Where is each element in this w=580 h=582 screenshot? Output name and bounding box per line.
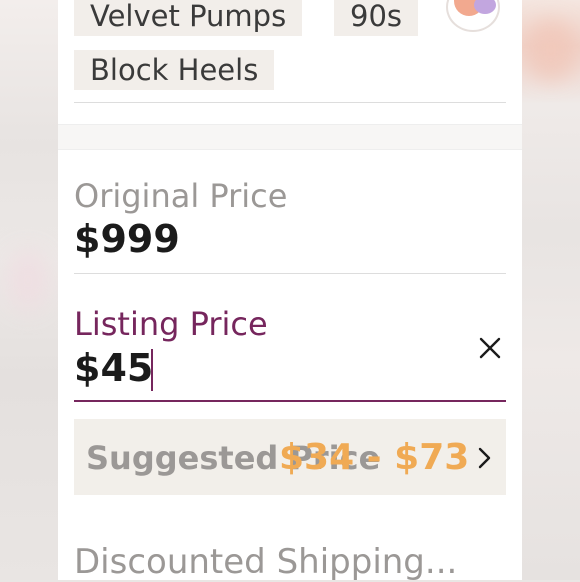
listing-price-label: Listing Price (74, 305, 268, 343)
background-blur-shape (526, 20, 576, 80)
suggested-price-button[interactable]: Suggested Price $34 - $73 (74, 419, 506, 495)
chevron-right-icon (478, 447, 491, 469)
avatar[interactable] (446, 0, 500, 32)
blurred-background-right (522, 0, 580, 580)
background-blur-shape (8, 250, 48, 310)
original-price-label: Original Price (74, 177, 288, 215)
tag-chip[interactable]: Block Heels (74, 50, 275, 90)
original-price-value[interactable]: $999 (74, 217, 180, 261)
discounted-shipping-row[interactable]: Discounted Shipping... (74, 542, 457, 582)
listing-price-input[interactable]: $45 (74, 346, 153, 390)
close-icon[interactable] (472, 330, 508, 366)
divider (74, 102, 506, 103)
input-underline (74, 400, 506, 402)
listing-form: Velvet Pumps 90s Block Heels Original Pr… (58, 0, 522, 582)
tag-chip[interactable]: 90s (334, 0, 419, 36)
text-cursor (151, 349, 153, 391)
avatar-shape (474, 0, 496, 14)
divider (74, 273, 506, 274)
section-divider (58, 124, 522, 150)
tag-chip[interactable]: Velvet Pumps (74, 0, 303, 36)
suggested-price-range: $34 - $73 (279, 437, 470, 478)
